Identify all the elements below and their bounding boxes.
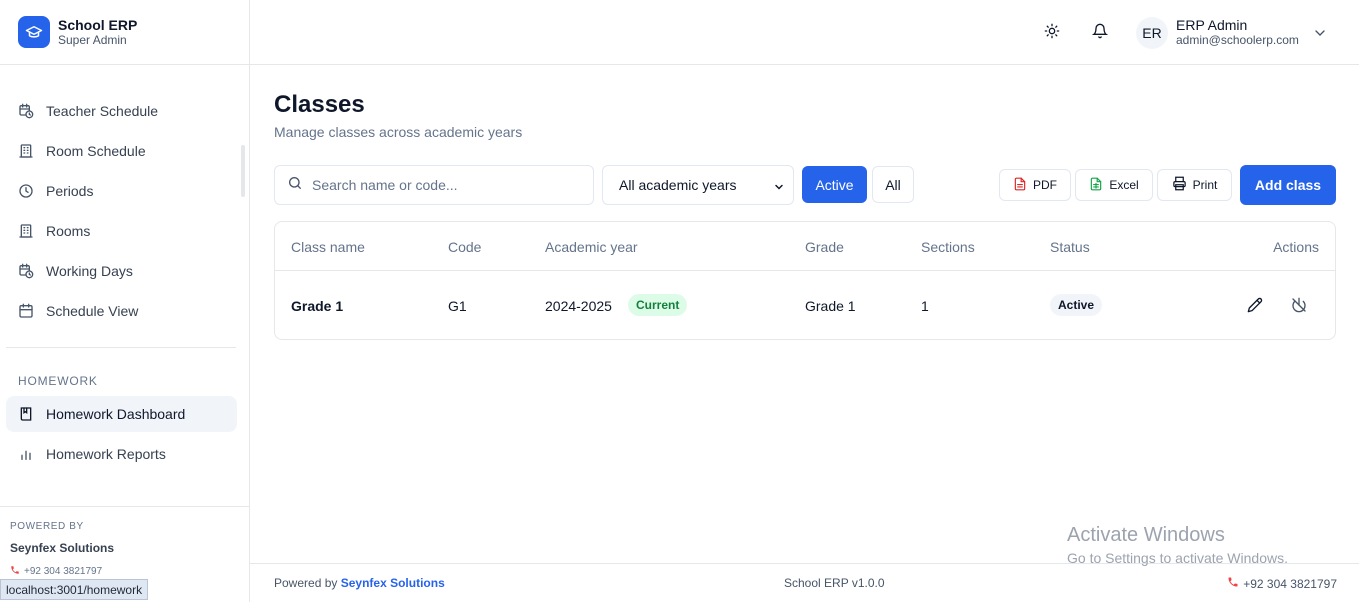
export-pdf-button[interactable]: PDF — [999, 169, 1071, 201]
sidebar: School ERP Super Admin Teacher Schedule … — [0, 0, 250, 602]
academic-year-select[interactable]: All academic years — [602, 165, 794, 205]
sidebar-item-periods[interactable]: Periods — [6, 173, 237, 209]
footer-powered-prefix: Powered by — [274, 576, 338, 590]
search-icon — [287, 175, 303, 196]
filter-all-button[interactable]: All — [872, 166, 914, 203]
footer-powered-by: Powered by Seynfex Solutions — [274, 576, 445, 590]
clock-icon — [18, 183, 34, 199]
search-box[interactable] — [274, 165, 594, 205]
sidebar-item-rooms[interactable]: Rooms — [6, 213, 237, 249]
user-name[interactable]: ERP Admin — [1176, 17, 1247, 33]
page-footer: Powered by Seynfex Solutions School ERP … — [250, 563, 1359, 602]
phone-icon — [1227, 576, 1239, 591]
sidebar-divider — [6, 347, 236, 348]
chevron-down-icon[interactable] — [1312, 25, 1328, 46]
add-class-button[interactable]: Add class — [1240, 165, 1336, 205]
brand[interactable]: School ERP Super Admin — [0, 0, 249, 65]
sidebar-item-label: Teacher Schedule — [46, 103, 159, 119]
graduation-cap-icon — [18, 16, 50, 48]
cell-grade: Grade 1 — [805, 298, 856, 314]
bar-chart-icon — [18, 446, 34, 462]
col-header-actions: Actions — [1273, 239, 1319, 255]
brand-title: School ERP — [58, 17, 138, 33]
sidebar-item-homework-dashboard[interactable]: Homework Dashboard — [6, 396, 237, 432]
calendar-clock-icon — [18, 103, 34, 119]
col-header-academic-year: Academic year — [545, 239, 638, 255]
cell-class-name: Grade 1 — [291, 298, 344, 314]
building-icon — [18, 223, 34, 239]
print-button[interactable]: Print — [1157, 169, 1232, 201]
col-header-sections: Sections — [921, 239, 975, 255]
bell-icon — [1091, 23, 1109, 44]
sidebar-section-homework: HOMEWORK — [18, 374, 98, 388]
search-input[interactable] — [312, 177, 582, 193]
edit-icon[interactable] — [1247, 297, 1263, 313]
sun-icon — [1044, 23, 1060, 44]
sidebar-phone: +92 304 3821797 — [10, 565, 249, 578]
academic-year-select-value: All academic years — [619, 177, 737, 193]
sidebar-item-label: Homework Dashboard — [46, 406, 186, 422]
col-header-status: Status — [1050, 239, 1090, 255]
export-excel-label: Excel — [1109, 178, 1139, 192]
sidebar-item-label: Room Schedule — [46, 143, 146, 159]
sidebar-item-label: Working Days — [46, 263, 133, 279]
sidebar-item-working-days[interactable]: Working Days — [6, 253, 237, 289]
brand-subtitle: Super Admin — [58, 33, 127, 47]
export-excel-button[interactable]: Excel — [1075, 169, 1153, 201]
sidebar-item-teacher-schedule[interactable]: Teacher Schedule — [6, 93, 237, 129]
sidebar-homework-nav: Homework Dashboard Homework Reports — [6, 396, 237, 476]
col-header-class-name: Class name — [291, 239, 365, 255]
building-icon — [18, 143, 34, 159]
avatar[interactable]: ER — [1136, 17, 1168, 49]
file-pdf-icon — [1013, 177, 1027, 194]
book-icon — [18, 406, 34, 422]
filter-active-button[interactable]: Active — [802, 166, 867, 203]
calendar-icon — [18, 303, 34, 319]
cell-academic-year: 2024-2025 — [545, 298, 612, 314]
sidebar-item-label: Schedule View — [46, 303, 139, 319]
classes-table: Class name Code Academic year Grade Sect… — [274, 221, 1336, 340]
printer-icon — [1172, 176, 1187, 194]
powered-by-company: Seynfex Solutions — [10, 541, 115, 555]
browser-status-url: localhost:3001/homework — [0, 579, 149, 600]
phone-icon — [10, 565, 20, 578]
col-header-grade: Grade — [805, 239, 844, 255]
page-subtitle: Manage classes across academic years — [274, 124, 523, 140]
print-label: Print — [1192, 178, 1218, 192]
cell-sections: 1 — [921, 298, 929, 314]
page-title: Classes — [274, 91, 365, 118]
cell-code: G1 — [448, 298, 467, 314]
user-email: admin@schoolerp.com — [1176, 33, 1299, 47]
sidebar-item-label: Homework Reports — [46, 446, 166, 462]
col-header-code: Code — [448, 239, 482, 255]
export-pdf-label: PDF — [1033, 178, 1057, 192]
calendar-clock-icon — [18, 263, 34, 279]
powered-by-label: POWERED BY — [10, 521, 84, 532]
sidebar-item-room-schedule[interactable]: Room Schedule — [6, 133, 237, 169]
footer-company-link[interactable]: Seynfex Solutions — [341, 576, 445, 590]
sidebar-item-label: Rooms — [46, 223, 91, 239]
top-header: ER ERP Admin admin@schoolerp.com — [250, 0, 1359, 65]
current-year-badge: Current — [628, 294, 688, 316]
watermark-subtitle: Go to Settings to activate Windows. — [1067, 550, 1288, 566]
watermark-title: Activate Windows — [1067, 524, 1225, 546]
theme-toggle-button[interactable] — [1036, 17, 1068, 49]
chevron-down-icon — [773, 180, 785, 196]
notifications-button[interactable] — [1084, 17, 1116, 49]
sidebar-item-homework-reports[interactable]: Homework Reports — [6, 436, 237, 472]
windows-activation-watermark: Activate Windows Go to Settings to activ… — [1067, 523, 1288, 567]
status-badge: Active — [1050, 294, 1103, 316]
file-spreadsheet-icon — [1089, 177, 1103, 194]
footer-phone-text: +92 304 3821797 — [1243, 576, 1337, 591]
footer-phone: +92 304 3821797 — [1227, 576, 1337, 591]
sidebar-scrollbar[interactable] — [241, 145, 245, 197]
sidebar-nav: Teacher Schedule Room Schedule Periods R… — [6, 93, 237, 333]
sidebar-item-schedule-view[interactable]: Schedule View — [6, 293, 237, 329]
power-off-icon[interactable] — [1291, 297, 1307, 313]
sidebar-phone-text: +92 304 3821797 — [24, 566, 103, 577]
sidebar-item-label: Periods — [46, 183, 94, 199]
table-header-row: Class name Code Academic year Grade Sect… — [275, 222, 1335, 271]
footer-version: School ERP v1.0.0 — [784, 576, 885, 590]
